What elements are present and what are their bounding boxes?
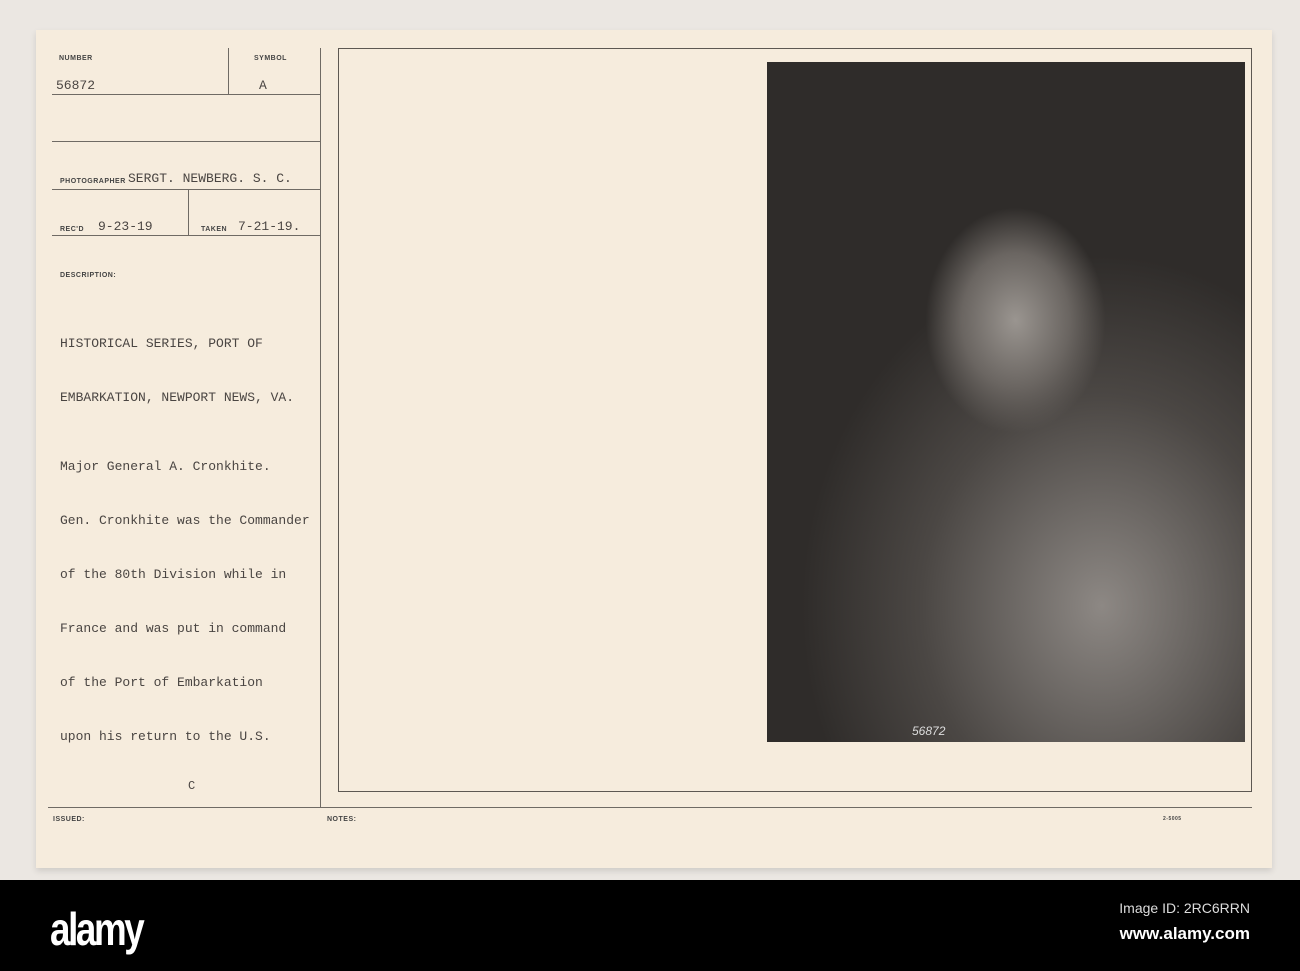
- photographer-label: PHOTOGRAPHER: [60, 178, 126, 185]
- description-line: HISTORICAL SERIES, PORT OF: [60, 336, 263, 351]
- photographer-value: SERGT. NEWBERG. S. C.: [128, 171, 292, 186]
- photo-record-card: NUMBER 56872 SYMBOL A PHOTOGRAPHER SERGT…: [36, 30, 1272, 868]
- symbol-label: SYMBOL: [254, 55, 287, 62]
- caption-line: Major General A. Cronkhite.: [60, 459, 271, 474]
- divider: [52, 189, 320, 190]
- number-value: 56872: [56, 78, 96, 93]
- photo-number: 56872: [912, 724, 946, 738]
- divider: [228, 48, 229, 94]
- divider: [188, 189, 189, 235]
- notes-label: NOTES:: [327, 816, 357, 823]
- caption-line: France and was put in command: [60, 621, 287, 636]
- recd-value: 9-23-19: [98, 219, 153, 234]
- portrait-photo: 56872: [767, 62, 1245, 742]
- recd-label: REC'D: [60, 226, 84, 233]
- taken-value: 7-21-19.: [238, 219, 301, 234]
- description-line: EMBARKATION, NEWPORT NEWS, VA.: [60, 390, 295, 405]
- taken-label: TAKEN: [201, 226, 228, 233]
- mark-c: C: [188, 779, 196, 793]
- watermark-footer: alamy Image ID: 2RC6RRN www.alamy.com: [0, 880, 1300, 971]
- form-number: 2-5005: [1163, 816, 1182, 822]
- divider: [52, 141, 320, 142]
- caption-line: Gen. Cronkhite was the Commander: [60, 513, 310, 528]
- divider: [52, 235, 320, 236]
- divider: [52, 94, 320, 95]
- column-divider: [320, 48, 321, 808]
- image-id: Image ID: 2RC6RRN: [1119, 900, 1250, 916]
- issued-label: ISSUED:: [53, 816, 85, 823]
- description-label: DESCRIPTION:: [60, 272, 117, 279]
- caption: Major General A. Cronkhite. Gen. Cronkhi…: [60, 422, 310, 782]
- symbol-value: A: [259, 78, 267, 93]
- caption-line: of the 80th Division while in: [60, 567, 287, 582]
- alamy-logo: alamy: [50, 903, 145, 955]
- caption-line: upon his return to the U.S.: [60, 729, 271, 744]
- caption-line: of the Port of Embarkation: [60, 675, 263, 690]
- site-url: www.alamy.com: [1119, 924, 1250, 943]
- bottom-divider: [48, 807, 1252, 808]
- number-label: NUMBER: [59, 55, 93, 62]
